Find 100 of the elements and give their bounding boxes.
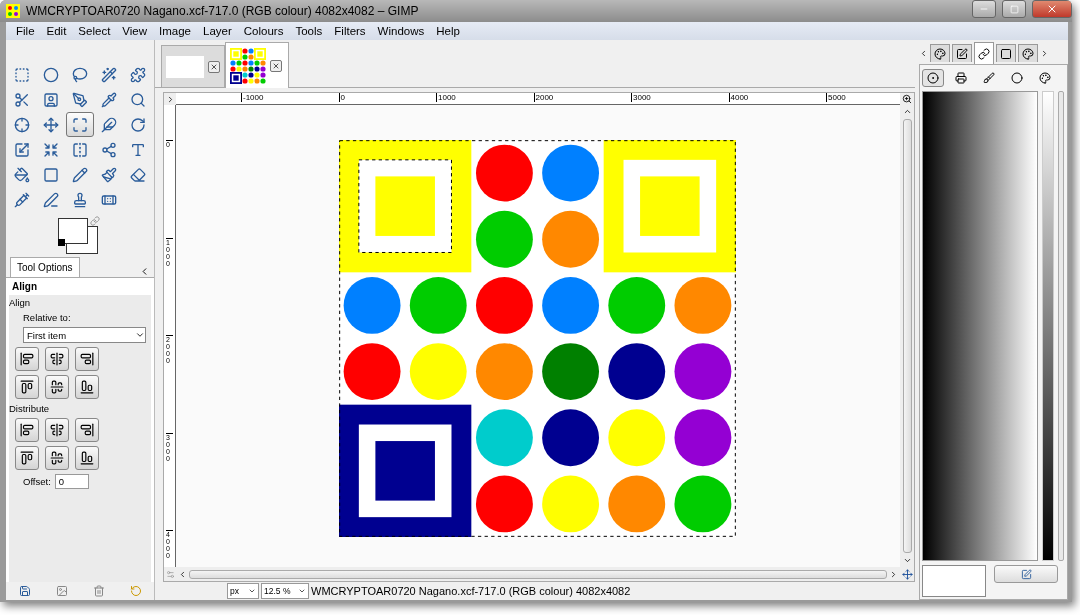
align-button[interactable] — [15, 347, 39, 371]
align-top-icon — [20, 380, 34, 394]
scroll-left-icon[interactable] — [919, 48, 928, 58]
dock-subtab[interactable] — [922, 69, 944, 87]
edit-button[interactable] — [994, 565, 1058, 583]
dashed-square-icon — [14, 66, 30, 83]
scroll-left-icon[interactable] — [178, 569, 187, 579]
menu-item[interactable]: Tools — [289, 25, 329, 37]
zoom-icon — [130, 91, 146, 108]
offset-input[interactable]: 0 — [54, 474, 89, 489]
rotate-icon — [130, 116, 146, 133]
align-left-icon — [20, 352, 34, 366]
dock-tab[interactable] — [974, 42, 994, 64]
text-icon — [130, 141, 146, 158]
align-button[interactable] — [15, 375, 39, 399]
app-icon — [6, 4, 20, 18]
maximize-button[interactable] — [1002, 0, 1026, 18]
status-text: WMCRYPTOAR0720 Nagano.xcf-717.0 (RGB colour) 4082x4082 — [311, 585, 631, 597]
scale-icon — [14, 141, 30, 158]
menu-item[interactable]: Image — [153, 25, 197, 37]
shrink-arrows-icon — [43, 141, 59, 158]
menu-item[interactable]: File — [10, 25, 41, 37]
align-bottom-icon — [80, 380, 94, 394]
align-left-icon — [20, 423, 34, 437]
color-swatch[interactable] — [922, 565, 986, 597]
vertical-scrollbar[interactable] — [900, 105, 914, 567]
distribute-button[interactable] — [15, 418, 39, 442]
minimize-button[interactable] — [972, 0, 996, 18]
move-arrows-icon — [43, 116, 59, 133]
palette-icon — [934, 47, 946, 60]
align-bottom-icon — [80, 451, 94, 465]
dock-tab[interactable] — [930, 44, 950, 62]
close-icon[interactable] — [270, 59, 282, 72]
align-center-icon — [50, 423, 64, 437]
section-label: Align — [9, 297, 32, 308]
person-square-icon — [43, 91, 59, 108]
menu-item[interactable]: Edit — [40, 25, 73, 37]
magic-wand-icon — [101, 66, 117, 83]
close-icon — [1046, 3, 1058, 15]
scroll-right-icon[interactable] — [889, 569, 898, 579]
zoom-icon[interactable] — [902, 94, 912, 104]
image-thumbnail — [166, 55, 205, 78]
pen-nib-icon — [72, 91, 88, 108]
dock-tab[interactable] — [952, 44, 972, 62]
nodes-icon — [101, 141, 117, 158]
distribute-button[interactable] — [45, 418, 69, 442]
menu-item[interactable]: View — [116, 25, 154, 37]
menu-item[interactable]: Select — [72, 25, 117, 37]
align-button[interactable] — [45, 347, 69, 371]
scissors-icon — [14, 91, 30, 108]
distribute-button[interactable] — [75, 418, 99, 442]
relative-to-dropdown[interactable]: First item — [23, 327, 146, 343]
distribute-button[interactable] — [75, 446, 99, 470]
window-title: WMCRYPTOAR0720 Nagano.xcf-717.0 (RGB colour) 4082x4082 – GIMP — [26, 4, 420, 18]
image-icon[interactable] — [55, 585, 68, 597]
menu-item[interactable]: Filters — [328, 25, 372, 37]
field-label: Offset: — [23, 476, 51, 487]
dock-tab[interactable] — [1018, 44, 1038, 62]
printer-icon — [955, 72, 967, 84]
distribute-button[interactable] — [45, 446, 69, 470]
close-button[interactable] — [1032, 0, 1072, 18]
pencil-icon — [72, 166, 88, 183]
eyedropper-icon — [101, 91, 117, 108]
scroll-down-icon[interactable] — [902, 556, 912, 565]
align-button[interactable] — [45, 375, 69, 399]
tool-button[interactable] — [66, 112, 94, 137]
align-middle-icon — [50, 451, 64, 465]
menu-item[interactable]: Help — [430, 25, 466, 37]
distribute-button[interactable] — [15, 446, 39, 470]
feather-icon — [101, 116, 117, 133]
unit-dropdown[interactable]: px — [227, 583, 259, 599]
panel-title: Align — [12, 281, 38, 292]
save-icon[interactable] — [18, 585, 31, 597]
align-button[interactable] — [75, 347, 99, 371]
paint-bucket-icon — [14, 166, 30, 183]
brush-icon — [983, 72, 995, 84]
eraser-icon — [130, 166, 146, 183]
align-right-icon — [80, 352, 94, 366]
crosshair-icon — [14, 116, 30, 133]
align-center-icon — [50, 352, 64, 366]
dock-tab[interactable] — [996, 44, 1016, 62]
paintbrush-icon — [101, 166, 117, 183]
scroll-right-icon[interactable] — [1040, 48, 1049, 58]
color-swatches-drawing[interactable] — [58, 218, 98, 254]
menu-item[interactable]: Colours — [237, 25, 290, 37]
close-icon[interactable] — [208, 60, 220, 73]
menu-item[interactable]: Windows — [371, 25, 431, 37]
zoom-dropdown[interactable]: 12.5 % — [261, 583, 309, 599]
field-label: Relative to: — [23, 312, 72, 323]
align-frame-icon — [72, 116, 88, 133]
stamp-icon — [72, 191, 88, 208]
puzzle-icon — [130, 66, 146, 83]
scroll-up-icon[interactable] — [902, 107, 912, 116]
align-button[interactable] — [75, 375, 99, 399]
tool-options-tab[interactable]: Tool Options — [10, 257, 80, 277]
menu-item[interactable]: Layer — [197, 25, 238, 37]
image-tab[interactable] — [225, 42, 289, 88]
align-middle-icon — [50, 380, 64, 394]
horizontal-ruler: -1000 0 1000 2000 3000 4000 5000 — [176, 93, 900, 105]
delete-icon[interactable] — [92, 585, 105, 597]
